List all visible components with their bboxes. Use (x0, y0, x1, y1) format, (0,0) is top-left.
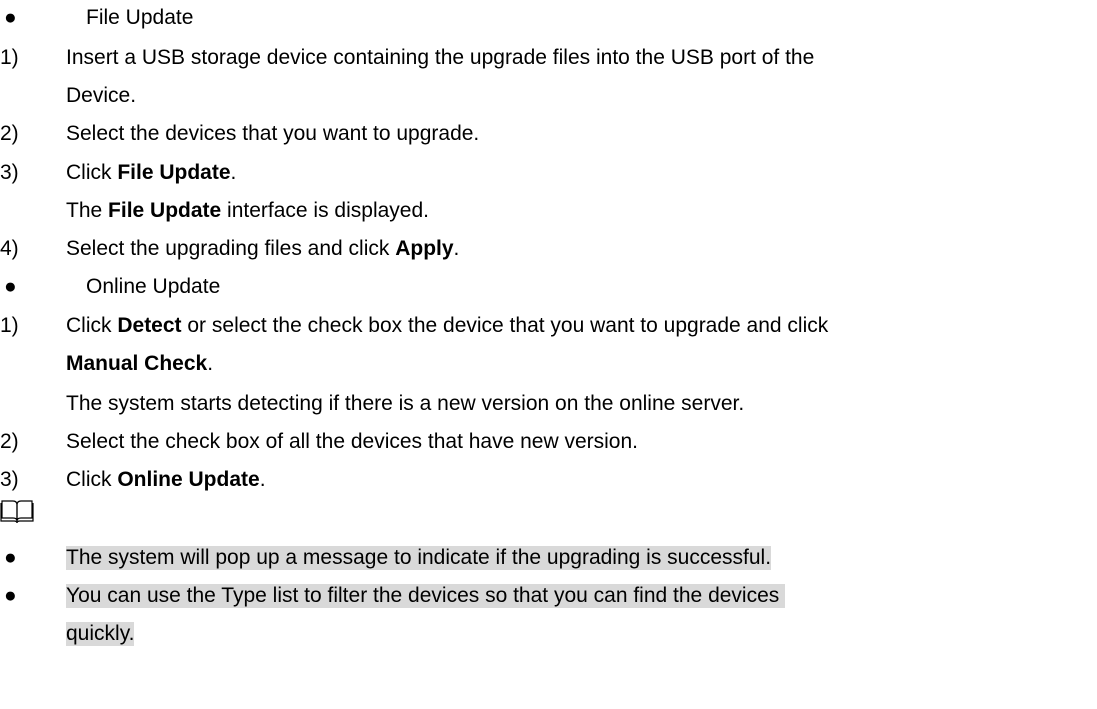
ui-term-manual-check: Manual Check (66, 352, 208, 375)
step-text: Click Online Update. (66, 468, 266, 491)
step-text: Select the devices that you want to upgr… (66, 122, 480, 145)
step-number: 3) (0, 161, 19, 184)
step-text: Click Detect or select the check box the… (66, 314, 829, 337)
bullet: ● (4, 584, 17, 607)
section-title: Online Update (86, 275, 221, 298)
step-result-text: The File Update interface is displayed. (66, 199, 429, 222)
ui-term-file-update: File Update (117, 161, 231, 184)
ui-term-apply: Apply (395, 237, 454, 260)
ui-term-detect: Detect (117, 314, 182, 337)
step-text: Insert a USB storage device containing t… (66, 46, 815, 69)
bullet: ● (4, 275, 17, 298)
step-number: 1) (0, 46, 19, 69)
book-icon (0, 500, 34, 524)
step-number: 2) (0, 430, 19, 453)
bullet: ● (4, 6, 17, 29)
step-text-continued: Manual Check. (66, 352, 214, 375)
step-number: 3) (0, 468, 19, 491)
step-number: 4) (0, 237, 19, 260)
step-text: Select the upgrading files and click App… (66, 237, 460, 260)
note-text: The system will pop up a message to indi… (66, 546, 772, 570)
ui-term-file-update: File Update (108, 199, 222, 222)
step-number: 1) (0, 314, 19, 337)
step-result-text: The system starts detecting if there is … (66, 392, 745, 415)
step-text: Click File Update. (66, 161, 237, 184)
section-title: File Update (86, 6, 194, 29)
ui-term-online-update: Online Update (117, 468, 260, 491)
step-text: Select the check box of all the devices … (66, 430, 638, 453)
note-text: You can use the Type list to filter the … (66, 584, 786, 608)
step-text-continued: Device. (66, 84, 137, 107)
bullet: ● (4, 546, 17, 569)
step-number: 2) (0, 122, 19, 145)
note-text-continued: quickly. (66, 622, 135, 646)
